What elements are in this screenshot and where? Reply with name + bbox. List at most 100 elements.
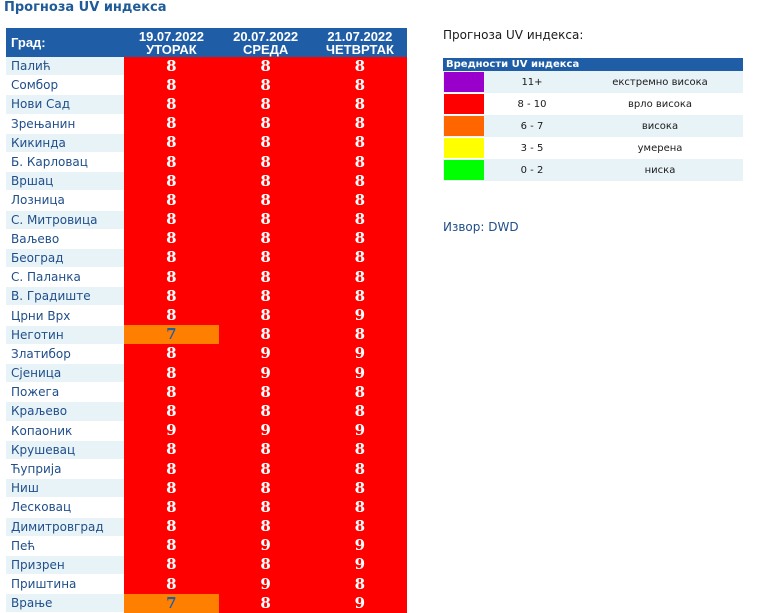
uv-value-cell: 8 bbox=[312, 286, 407, 306]
table-row: Ваљево 8 8 8 bbox=[6, 229, 407, 249]
uv-value-cell: 8 bbox=[312, 57, 407, 76]
legend-row: 3 - 5 умерена bbox=[443, 137, 743, 159]
uv-value-cell: 8 bbox=[218, 401, 313, 422]
uv-value-cell: 8 bbox=[312, 75, 407, 95]
uv-value-cell: 8 bbox=[218, 286, 313, 306]
table-row: Приштина 8 9 8 bbox=[6, 574, 407, 595]
table-body: Палић 8 8 8 Сомбор 8 8 8 Нови Сад 8 8 8 Зрењанин 8 8 8 К… bbox=[6, 57, 407, 613]
uv-value-cell: 8 bbox=[218, 517, 313, 537]
city-name: Приштина bbox=[6, 574, 125, 595]
table-row: Црни Врх 8 8 9 bbox=[6, 305, 407, 326]
table-row: Београд 8 8 8 bbox=[6, 248, 407, 269]
legend-label: екстремно висока bbox=[577, 71, 743, 93]
legend-swatch-cell bbox=[443, 93, 487, 115]
legend-color-swatch bbox=[444, 116, 484, 136]
uv-value-cell: 8 bbox=[218, 382, 313, 402]
city-name: Лозница bbox=[6, 190, 125, 211]
city-name: Призрен bbox=[6, 555, 125, 576]
city-name: С. Паланка bbox=[6, 267, 125, 288]
uv-value-cell: 9 bbox=[312, 593, 407, 613]
table-row: Лозница 8 8 8 bbox=[6, 190, 407, 211]
uv-value-cell: 9 bbox=[218, 363, 313, 383]
uv-value-cell: 8 bbox=[218, 152, 313, 172]
uv-value-cell: 8 bbox=[312, 152, 407, 172]
table-row: Нови Сад 8 8 8 bbox=[6, 94, 407, 115]
uv-value-cell: 8 bbox=[312, 267, 407, 287]
legend-color-swatch bbox=[444, 160, 484, 180]
uv-value-cell: 8 bbox=[124, 574, 219, 594]
uv-value-cell: 8 bbox=[312, 401, 407, 422]
uv-value-cell: 8 bbox=[124, 286, 219, 306]
uv-value-cell: 8 bbox=[218, 190, 313, 210]
uv-value-cell: 8 bbox=[312, 574, 407, 594]
legend-title: Прогноза UV индекса: bbox=[443, 28, 584, 42]
table-row: Призрен 8 8 9 bbox=[6, 555, 407, 576]
city-name: Пећ bbox=[6, 536, 125, 556]
uv-value-cell: 8 bbox=[124, 248, 219, 268]
table-row: Вршац 8 8 8 bbox=[6, 171, 407, 192]
city-column-header: Град: bbox=[6, 28, 125, 57]
city-name: Сомбор bbox=[6, 75, 125, 96]
table-row: Сјеница 8 9 9 bbox=[6, 363, 407, 384]
city-name: Пожега bbox=[6, 382, 125, 403]
city-name: Ћуприја bbox=[6, 459, 125, 480]
uv-value-cell: 8 bbox=[312, 517, 407, 537]
legend-color-swatch bbox=[444, 94, 484, 114]
table-row: Крушевац 8 8 8 bbox=[6, 440, 407, 460]
day-column-header: 19.07.2022 УТОРАК bbox=[124, 28, 219, 57]
uv-value-cell: 8 bbox=[124, 75, 219, 95]
legend-label: умерена bbox=[577, 137, 743, 159]
uv-value-cell: 8 bbox=[218, 248, 313, 268]
uv-value-cell: 8 bbox=[312, 171, 407, 191]
uv-value-cell: 7 bbox=[124, 325, 219, 345]
city-name: Врање bbox=[6, 593, 125, 613]
city-name: Крушевац bbox=[6, 440, 125, 460]
uv-value-cell: 8 bbox=[312, 478, 407, 498]
uv-value-cell: 8 bbox=[124, 190, 219, 210]
table-row: Златибор 8 9 9 bbox=[6, 344, 407, 365]
table-row: Ћуприја 8 8 8 bbox=[6, 459, 407, 480]
uv-value-cell: 9 bbox=[312, 536, 407, 556]
city-name: Златибор bbox=[6, 344, 125, 365]
uv-value-cell: 9 bbox=[312, 305, 407, 326]
uv-value-cell: 8 bbox=[124, 229, 219, 249]
legend-range: 8 - 10 bbox=[487, 93, 577, 115]
day-date: 21.07.2022 bbox=[327, 28, 393, 44]
city-name: Неготин bbox=[6, 325, 125, 345]
city-name: Вршац bbox=[6, 171, 125, 192]
uv-value-cell: 8 bbox=[124, 401, 219, 422]
uv-legend-table: Вредности UV индекса 11+ екстремно висока… bbox=[443, 58, 743, 181]
uv-value-cell: 8 bbox=[312, 459, 407, 479]
uv-value-cell: 8 bbox=[218, 267, 313, 287]
page-title: Прогноза UV индекса bbox=[4, 0, 167, 15]
table-row: С. Паланка 8 8 8 bbox=[6, 267, 407, 288]
city-name: Београд bbox=[6, 248, 125, 269]
uv-value-cell: 8 bbox=[218, 459, 313, 479]
legend-label: врло висока bbox=[577, 93, 743, 115]
uv-value-cell: 7 bbox=[124, 593, 219, 613]
table-row: Краљево 8 8 8 bbox=[6, 401, 407, 422]
uv-value-cell: 9 bbox=[312, 421, 407, 441]
uv-value-cell: 8 bbox=[312, 133, 407, 153]
city-name: Нови Сад bbox=[6, 94, 125, 115]
day-weekday: СРЕДА bbox=[242, 41, 289, 57]
uv-value-cell: 9 bbox=[218, 421, 313, 441]
city-name: Лесковац bbox=[6, 497, 125, 518]
source-label: Извор: bbox=[443, 220, 485, 234]
table-row: Пожега 8 8 8 bbox=[6, 382, 407, 403]
legend-label: висока bbox=[577, 115, 743, 137]
uv-value-cell: 8 bbox=[124, 497, 219, 517]
uv-value-cell: 8 bbox=[218, 305, 313, 326]
uv-value-cell: 9 bbox=[312, 363, 407, 383]
uv-value-cell: 8 bbox=[312, 229, 407, 249]
legend-swatch-cell bbox=[443, 115, 487, 137]
uv-value-cell: 8 bbox=[218, 57, 313, 76]
legend-color-swatch bbox=[444, 138, 484, 158]
city-name: Зрењанин bbox=[6, 114, 125, 134]
legend-header: Вредности UV индекса bbox=[443, 58, 743, 71]
source-note: Извор: DWD bbox=[443, 220, 519, 234]
legend-range: 0 - 2 bbox=[487, 159, 577, 181]
uv-value-cell: 8 bbox=[218, 555, 313, 575]
day-column-header: 21.07.2022 ЧЕТВРТАК bbox=[312, 28, 407, 57]
city-name: Кикинда bbox=[6, 133, 125, 153]
